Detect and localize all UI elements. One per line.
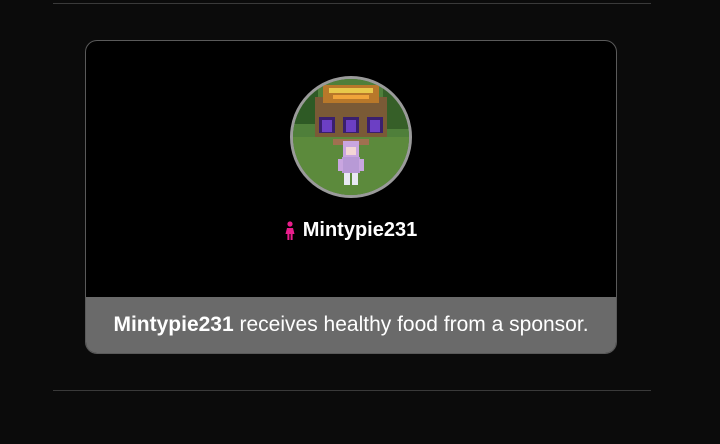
tribute-avatar	[290, 76, 412, 198]
page: Mintypie231 Mintypie231 receives healthy…	[0, 0, 720, 444]
event-subject: Mintypie231	[113, 313, 234, 336]
bottom-divider	[53, 390, 651, 391]
tribute-name-row: Mintypie231	[86, 219, 616, 242]
avatar-image	[293, 79, 409, 195]
female-icon	[285, 220, 295, 241]
top-divider	[53, 3, 651, 4]
event-text: receives healthy food from a sponsor.	[233, 313, 589, 336]
tribute-name: Mintypie231	[302, 219, 418, 241]
event-description: Mintypie231 receives healthy food from a…	[86, 297, 616, 353]
event-card: Mintypie231 Mintypie231 receives healthy…	[85, 40, 617, 354]
